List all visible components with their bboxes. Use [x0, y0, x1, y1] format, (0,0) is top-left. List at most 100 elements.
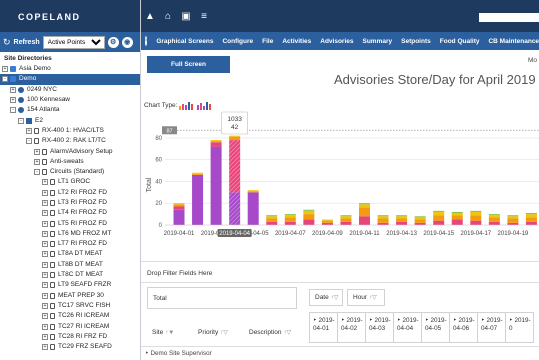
bar-segment[interactable] [359, 207, 370, 217]
bar-segment[interactable] [192, 172, 204, 174]
date-column-header[interactable]: ‣ 2019- 04-04 [393, 312, 422, 343]
expand-icon[interactable]: + [34, 158, 40, 165]
expand-icon[interactable]: + [42, 313, 48, 320]
refresh-icon[interactable]: ↻ [3, 37, 11, 48]
tree-node[interactable]: + Anti-sweats [0, 157, 140, 167]
image-icon[interactable]: ▣ [177, 11, 195, 22]
date-column-header[interactable]: ‣ 2019- 04-06 [449, 312, 478, 343]
bar-segment[interactable] [173, 206, 185, 210]
bar-segment[interactable] [173, 209, 185, 225]
bar-segment[interactable] [359, 203, 370, 205]
expand-icon[interactable]: + [42, 189, 48, 196]
bar-segment[interactable] [414, 222, 426, 225]
tree-node[interactable]: + TC26 RI ICREAM [0, 311, 140, 321]
sort-filter-icon[interactable]: ↑▽ [284, 329, 292, 336]
description-field[interactable]: Description ↑▽ [244, 324, 306, 341]
menu-item[interactable]: Configure [222, 38, 253, 45]
back-arrow-icon[interactable]: ‹ [145, 36, 148, 46]
collapse-icon[interactable]: - [34, 169, 40, 176]
top-search-input[interactable] [479, 13, 539, 22]
menu-item[interactable]: Food Quality [440, 38, 480, 45]
tree-node[interactable]: - Demo [0, 74, 140, 85]
tree-node[interactable]: + TC29 FRZ SEAFD [0, 342, 140, 352]
menu-item[interactable]: CB Maintenance [488, 38, 539, 45]
menu-item[interactable]: Activities [282, 38, 311, 45]
bar-segment[interactable] [229, 136, 241, 141]
refresh-label[interactable]: Refresh [14, 39, 40, 46]
bar-segment[interactable] [210, 141, 222, 143]
priority-field[interactable]: Priority ↑▽ [193, 324, 241, 341]
home-icon[interactable]: ⌂ [159, 11, 177, 22]
filter-button[interactable]: ⚙ [107, 36, 119, 48]
tree-node[interactable]: + Asia Demo [0, 64, 140, 74]
tree-node[interactable]: + LT7 RI FROZ FD [0, 239, 140, 249]
expand-icon[interactable]: + [10, 97, 16, 104]
bar-segment[interactable] [507, 218, 519, 223]
bar-segment[interactable] [303, 210, 315, 215]
bar-segment[interactable] [321, 220, 333, 223]
tree-node[interactable]: + LT5 RI FROZ FD [0, 218, 140, 228]
bar-segment[interactable] [247, 191, 259, 193]
bar-segment[interactable] [303, 219, 315, 225]
bar-segment[interactable] [340, 218, 352, 222]
bar-segment[interactable] [451, 219, 463, 225]
expand-icon[interactable]: + [42, 179, 48, 186]
expand-icon[interactable]: + [42, 241, 48, 248]
bar-segment[interactable] [433, 210, 445, 212]
expand-icon[interactable]: + [42, 261, 48, 268]
bar-segment[interactable] [229, 135, 241, 137]
menu-item[interactable]: Summary [363, 38, 393, 45]
collapse-icon[interactable]: - [18, 117, 24, 124]
date-column-header[interactable]: ‣ 2019- 04-02 [337, 312, 366, 343]
bar-segment[interactable] [414, 219, 426, 223]
hour-field[interactable]: Hour ↑▽ [347, 289, 385, 306]
bar-segment[interactable] [359, 216, 370, 225]
bar-segment[interactable] [210, 142, 222, 147]
bar-segment[interactable] [433, 220, 445, 225]
tree-node[interactable]: + LT1 GROC [0, 177, 140, 187]
tree-node[interactable]: + LT9 SEAFD FRZR [0, 280, 140, 290]
bar-segment[interactable] [525, 221, 537, 225]
bar-segment[interactable] [321, 219, 333, 221]
menu-item[interactable]: Setpoints [401, 38, 431, 45]
bar-segment[interactable] [396, 221, 408, 225]
sort-filter-icon[interactable]: ↑▽ [331, 294, 339, 301]
bar-segment[interactable] [396, 216, 408, 219]
date-column-header[interactable]: ‣ 2019- 04-05 [421, 312, 450, 343]
bar-segment[interactable] [396, 218, 408, 222]
points-select[interactable]: Active Points [42, 35, 105, 49]
settings-button[interactable]: ◉ [121, 36, 133, 48]
menu-item[interactable]: Advisories [320, 38, 353, 45]
bar-segment[interactable] [507, 222, 519, 225]
bar-segment[interactable] [488, 215, 500, 218]
warning-icon[interactable]: ▲ [141, 11, 159, 22]
date-column-header[interactable]: ‣ 2019- 0 [505, 312, 534, 343]
bar-segment[interactable] [488, 214, 500, 216]
bar-segment[interactable] [433, 215, 445, 221]
bar-segment[interactable] [507, 216, 519, 219]
drop-filter-area[interactable]: Drop Filter Fields Here [141, 261, 539, 283]
bar-segment[interactable] [173, 203, 185, 205]
tree-node[interactable]: + LT4 RI FROZ FD [0, 208, 140, 218]
bar-segment[interactable] [507, 215, 519, 217]
menu-icon[interactable]: ≡ [195, 11, 213, 22]
tree-node[interactable]: + MEAT PREP 30 [0, 291, 140, 301]
tree-node[interactable]: +0249 NYC [0, 85, 140, 95]
stacked-bar-type-icon[interactable] [179, 101, 195, 110]
tree-node[interactable]: - 154 Atlanta [0, 105, 140, 115]
expand-icon[interactable]: + [42, 302, 48, 309]
tree-node[interactable]: + LT6 MD FROZ MT [0, 229, 140, 239]
bar-segment[interactable] [173, 204, 185, 207]
bar-segment[interactable] [470, 211, 482, 216]
tree-node[interactable]: + Alarm/Advisory Setup [0, 146, 140, 156]
bar-segment[interactable] [377, 222, 389, 225]
sort-filter-icon[interactable]: ↑▽ [369, 294, 377, 301]
sort-filter-icon[interactable]: ↑▽ [220, 329, 228, 336]
bar-segment[interactable] [303, 209, 315, 211]
bar-segment[interactable] [340, 221, 352, 225]
tree-node[interactable]: + LT3 RI FROZ FD [0, 198, 140, 208]
bar-segment[interactable] [210, 146, 222, 225]
bar-segment[interactable] [525, 213, 537, 215]
tree-node[interactable]: + TC27 RI ICREAM [0, 321, 140, 331]
bar-segment[interactable] [470, 210, 482, 212]
